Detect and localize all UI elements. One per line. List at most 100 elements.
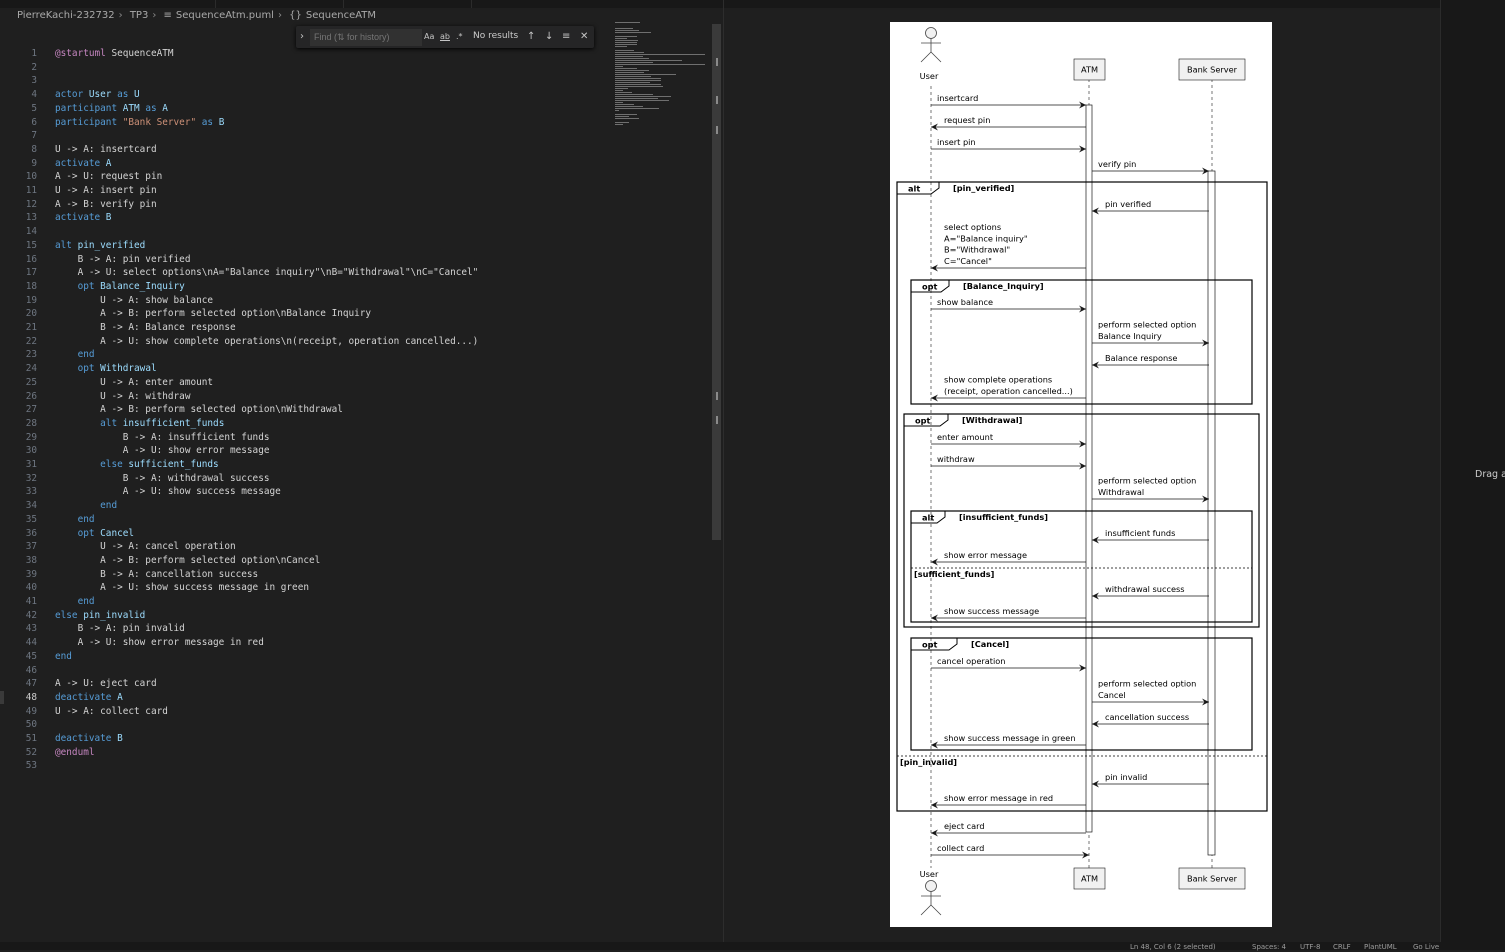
breadcrumb-file[interactable]: SequenceAtm.puml <box>176 10 274 21</box>
editor-tab[interactable] <box>0 0 216 8</box>
previous-match-button[interactable]: ↑ <box>527 29 535 44</box>
message-label: perform selected option <box>1098 320 1196 330</box>
find-input[interactable] <box>310 29 422 46</box>
indentation[interactable]: Spaces: 4 <box>1252 942 1286 952</box>
find-in-selection-button[interactable]: ≡ <box>562 29 570 44</box>
message-label: Balance Inquiry <box>1098 331 1162 341</box>
fragment-opt-keyword: opt <box>922 640 937 650</box>
code-line[interactable]: 1 @startuml SequenceATM <box>0 47 610 61</box>
actor-user-bottom-icon-leg-right <box>930 904 942 916</box>
code-token: U <box>128 89 140 101</box>
code-line[interactable]: 30 A -> U: show error message <box>0 444 610 458</box>
breadcrumb-folder[interactable]: TP3 <box>130 10 149 21</box>
editor-tab[interactable] <box>343 0 472 8</box>
minimap-line <box>615 88 629 89</box>
code-line[interactable]: 22 A -> U: show complete operations\n(re… <box>0 335 610 349</box>
code-line[interactable]: 14 <box>0 225 610 239</box>
line-number: 31 <box>25 459 37 470</box>
code-text: end <box>55 595 95 609</box>
code-line[interactable]: 4 actor User as U <box>0 88 610 102</box>
code-line[interactable]: 23 end <box>0 348 610 362</box>
whole-word-toggle[interactable]: ab <box>440 29 450 44</box>
code-line[interactable]: 31 else sufficient_funds <box>0 458 610 472</box>
code-line[interactable]: 8 U -> A: insertcard <box>0 143 610 157</box>
code-token: A -> U: show success message in green <box>55 582 309 594</box>
code-line[interactable]: 34 end <box>0 499 610 513</box>
code-line[interactable]: 12 A -> B: verify pin <box>0 198 610 212</box>
code-line[interactable]: 26 U -> A: withdraw <box>0 390 610 404</box>
code-line[interactable]: 15 alt pin_verified <box>0 239 610 253</box>
code-line[interactable]: 45 end <box>0 650 610 664</box>
code-line[interactable]: 3 <box>0 74 610 88</box>
code-token: participant <box>55 102 118 114</box>
code-line[interactable]: 17 A -> U: select options\nA="Balance in… <box>0 266 610 280</box>
regex-toggle[interactable]: .* <box>456 29 463 44</box>
code-line[interactable]: 28 alt insufficient_funds <box>0 417 610 431</box>
code-line[interactable]: 2 <box>0 61 610 75</box>
actor-user-bottom-icon-head <box>925 880 937 892</box>
code-line[interactable]: 32 B -> A: withdrawal success <box>0 472 610 486</box>
code-line[interactable]: 51 deactivate B <box>0 732 610 746</box>
code-line[interactable]: 16 B -> A: pin verified <box>0 253 610 267</box>
match-case-toggle[interactable]: Aa <box>424 29 434 44</box>
editor-tab[interactable] <box>215 0 344 8</box>
code-line[interactable]: 6 participant "Bank Server" as B <box>0 116 610 130</box>
code-line[interactable]: 21 B -> A: Balance response <box>0 321 610 335</box>
code-line[interactable]: 50 <box>0 718 610 732</box>
next-match-button[interactable]: ↓ <box>545 29 553 44</box>
code-line[interactable]: 49 U -> A: collect card <box>0 705 610 719</box>
code-line[interactable]: 25 U -> A: enter amount <box>0 376 610 390</box>
toggle-replace-button[interactable]: › <box>300 29 304 44</box>
code-line[interactable]: 24 opt Withdrawal <box>0 362 610 376</box>
code-line[interactable]: 36 opt Cancel <box>0 527 610 541</box>
minimap[interactable] <box>612 22 712 132</box>
language-mode[interactable]: PlantUML <box>1364 942 1397 952</box>
code-line[interactable]: 44 A -> U: show error message in red <box>0 636 610 650</box>
code-editor[interactable]: PierreKachi-232732 › TP3 › ≡ SequenceAtm.pu… <box>0 8 723 942</box>
code-line[interactable]: 39 B -> A: cancellation success <box>0 568 610 582</box>
scrollbar-marker <box>716 58 718 66</box>
code-line[interactable]: 53 <box>0 759 610 773</box>
code-line[interactable]: 20 A -> B: perform selected option\nBala… <box>0 307 610 321</box>
code-line[interactable]: 48 deactivate A <box>0 691 610 705</box>
close-find-button[interactable]: ✕ <box>580 29 588 44</box>
code-line[interactable]: 5 participant ATM as A <box>0 102 610 116</box>
message-label: pin invalid <box>1105 772 1147 782</box>
code-text: U -> A: withdraw <box>55 390 190 404</box>
code-line[interactable]: 41 end <box>0 595 610 609</box>
code-line[interactable]: 11 U -> A: insert pin <box>0 184 610 198</box>
code-line[interactable]: 19 U -> A: show balance <box>0 294 610 308</box>
editor-tab[interactable] <box>843 0 1441 8</box>
go-live-button[interactable]: Go Live <box>1413 942 1439 952</box>
breadcrumb-symbol[interactable]: SequenceATM <box>306 10 376 21</box>
code-line[interactable]: 40 A -> U: show success message in green <box>0 581 610 595</box>
code-line[interactable]: 7 <box>0 129 610 143</box>
cursor-position[interactable]: Ln 48, Col 6 (2 selected) <box>1130 942 1216 952</box>
code-text: end <box>55 513 95 527</box>
code-token: U -> A: enter amount <box>55 376 214 388</box>
line-ending[interactable]: CRLF <box>1333 942 1351 952</box>
message-label: B="Withdrawal" <box>944 245 1010 255</box>
code-line[interactable]: 47 A -> U: eject card <box>0 677 610 691</box>
code-token: pin_invalid <box>77 609 146 621</box>
minimap-line <box>615 116 630 117</box>
code-line[interactable]: 9 activate A <box>0 157 610 171</box>
code-line[interactable]: 29 B -> A: insufficient funds <box>0 431 610 445</box>
code-token: U -> A: cancel operation <box>55 541 236 553</box>
code-line[interactable]: 46 <box>0 664 610 678</box>
code-line[interactable]: 52 @enduml <box>0 746 610 760</box>
code-line[interactable]: 37 U -> A: cancel operation <box>0 540 610 554</box>
code-line[interactable]: 38 A -> B: perform selected option\nCanc… <box>0 554 610 568</box>
code-line[interactable]: 10 A -> U: request pin <box>0 170 610 184</box>
code-line[interactable]: 43 B -> A: pin invalid <box>0 622 610 636</box>
code-line[interactable]: 13 activate B <box>0 211 610 225</box>
code-line[interactable]: 35 end <box>0 513 610 527</box>
code-line[interactable]: 42 else pin_invalid <box>0 609 610 623</box>
encoding[interactable]: UTF-8 <box>1300 942 1320 952</box>
message-label: eject card <box>944 821 985 831</box>
code-line[interactable]: 18 opt Balance_Inquiry <box>0 280 610 294</box>
breadcrumb-folder[interactable]: PierreKachi-232732 <box>17 10 115 21</box>
code-line[interactable]: 27 A -> B: perform selected option\nWith… <box>0 403 610 417</box>
minimap-line <box>615 56 643 57</box>
code-line[interactable]: 33 A -> U: show success message <box>0 485 610 499</box>
